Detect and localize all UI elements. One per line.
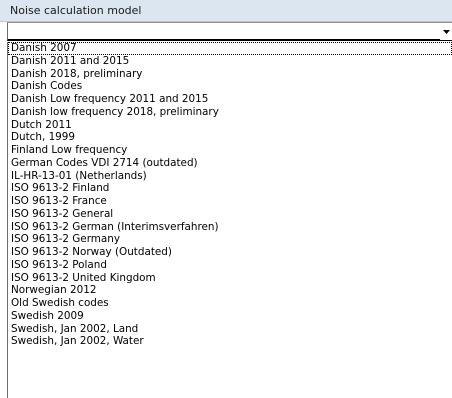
- dropdown-option[interactable]: Danish Low frequency 2011 and 2015: [8, 93, 452, 106]
- dropdown-option[interactable]: Danish 2018, preliminary: [8, 68, 452, 81]
- dropdown-option[interactable]: Danish Codes: [8, 80, 452, 93]
- dropdown-option[interactable]: ISO 9613-2 Norway (Outdated): [8, 246, 452, 259]
- dropdown-option[interactable]: Swedish, Jan 2002, Water: [8, 335, 452, 348]
- noise-model-panel: Noise calculation model Danish 2007 Danis…: [0, 0, 452, 398]
- dropdown-option[interactable]: Old Swedish codes: [8, 297, 452, 310]
- chevron-down-icon[interactable]: [440, 24, 452, 40]
- field-label: Noise calculation model: [10, 4, 142, 17]
- dropdown-option[interactable]: Dutch 2011: [8, 119, 452, 132]
- dropdown-option[interactable]: Dutch, 1999: [8, 131, 452, 144]
- dropdown-option[interactable]: German Codes VDI 2714 (outdated): [8, 157, 452, 170]
- field-header: Noise calculation model: [0, 0, 452, 22]
- dropdown-option[interactable]: ISO 9613-2 Poland: [8, 259, 452, 272]
- dropdown-option[interactable]: Danish 2011 and 2015: [8, 55, 452, 68]
- dropdown-option[interactable]: ISO 9613-2 General: [8, 208, 452, 221]
- dropdown-option[interactable]: Swedish, Jan 2002, Land: [8, 323, 452, 336]
- dropdown-option[interactable]: ISO 9613-2 United Kingdom: [8, 272, 452, 285]
- dropdown-option[interactable]: Norwegian 2012: [8, 284, 452, 297]
- dropdown-option[interactable]: ISO 9613-2 France: [8, 195, 452, 208]
- dropdown-option[interactable]: Danish 2007: [8, 42, 452, 55]
- dropdown-option[interactable]: IL-HR-13-01 (Netherlands): [8, 170, 452, 183]
- dropdown-list[interactable]: Danish 2007 Danish 2011 and 2015 Danish 20…: [7, 42, 452, 398]
- noise-model-combobox[interactable]: [7, 22, 452, 41]
- dropdown-option[interactable]: ISO 9613-2 Finland: [8, 182, 452, 195]
- dropdown-option[interactable]: Swedish 2009: [8, 310, 452, 323]
- dropdown-option[interactable]: ISO 9613-2 German (Interimsverfahren): [8, 221, 452, 234]
- dropdown-option[interactable]: Finland Low frequency: [8, 144, 452, 157]
- dropdown-option[interactable]: ISO 9613-2 Germany: [8, 233, 452, 246]
- dropdown-option[interactable]: Danish low frequency 2018, preliminary: [8, 106, 452, 119]
